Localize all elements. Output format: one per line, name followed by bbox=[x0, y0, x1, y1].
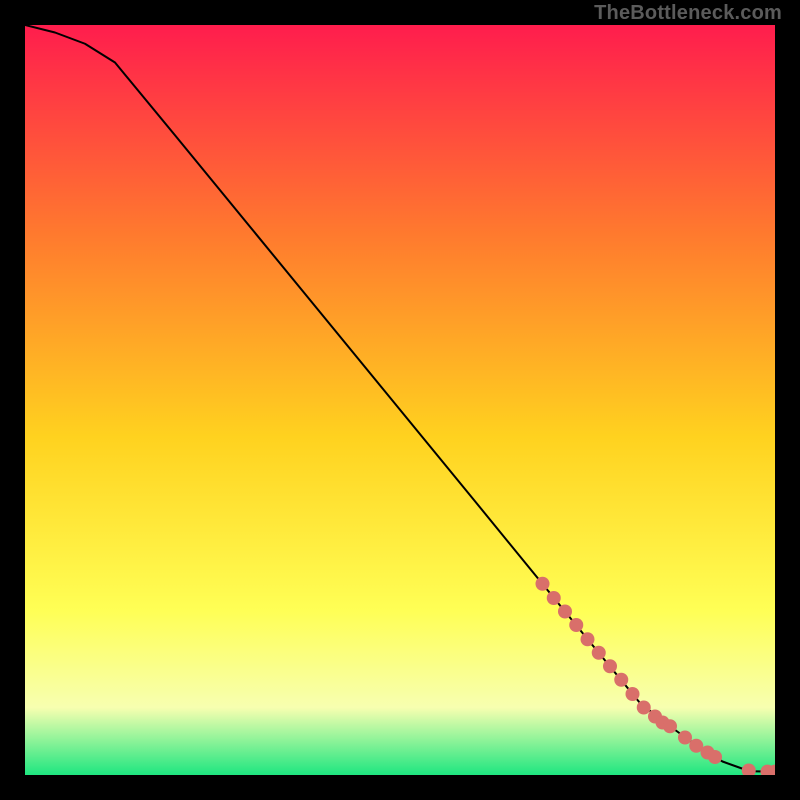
data-marker bbox=[536, 577, 550, 591]
data-marker bbox=[708, 750, 722, 764]
data-marker bbox=[592, 646, 606, 660]
data-marker bbox=[663, 719, 677, 733]
data-marker bbox=[569, 618, 583, 632]
chart-svg bbox=[25, 25, 775, 775]
stage: TheBottleneck.com bbox=[0, 0, 800, 800]
watermark-text: TheBottleneck.com bbox=[594, 2, 782, 25]
data-marker bbox=[626, 687, 640, 701]
gradient-background bbox=[25, 25, 775, 775]
data-marker bbox=[547, 591, 561, 605]
plot-area bbox=[25, 25, 775, 775]
data-marker bbox=[558, 605, 572, 619]
data-marker bbox=[637, 701, 651, 715]
data-marker bbox=[614, 673, 628, 687]
data-marker bbox=[603, 659, 617, 673]
data-marker bbox=[678, 731, 692, 745]
data-marker bbox=[581, 632, 595, 646]
